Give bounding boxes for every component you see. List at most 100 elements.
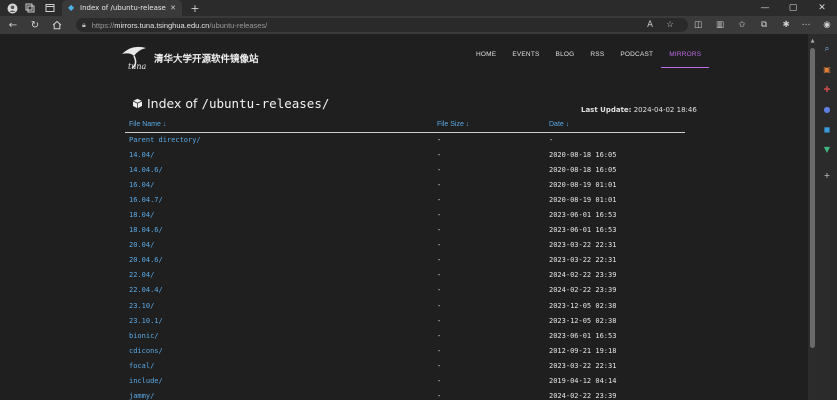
file-size-cell: - (437, 377, 442, 386)
file-date-cell: 2020-08-19 01:01 (549, 180, 617, 189)
site-nav: HOME EVENTS BLOG RSS PODCAST MIRRORS (468, 48, 710, 68)
table-row: 18.04.6/- 2023-06-01 16:53 (125, 223, 685, 238)
tab-close-icon[interactable]: ✕ (170, 4, 176, 12)
tab-title: Index of /ubuntu-releases/ | 清华 (80, 4, 167, 12)
tools-icon[interactable]: ✚ (822, 84, 832, 94)
file-name-link[interactable]: 20.04.6/ (125, 253, 433, 268)
table-header-row: File Name ↓ File Size ↓ Date ↓ (125, 118, 685, 133)
lock-icon[interactable]: 🔒︎ (82, 21, 86, 30)
nav-blog[interactable]: BLOG (548, 48, 583, 68)
active-tab[interactable]: ◆ Index of /ubuntu-releases/ | 清华 ✕ (62, 0, 182, 16)
add-sidebar-app-icon[interactable]: + (822, 170, 832, 180)
file-name-link[interactable]: Parent directory/ (125, 132, 433, 147)
file-name-link[interactable]: 14.04/ (125, 147, 433, 162)
table-row: cdicons/- 2012-09-21 19:18 (125, 343, 685, 358)
favorites-icon[interactable]: ✩ (736, 19, 748, 31)
split-screen-icon[interactable]: ◫ (692, 19, 704, 31)
table-row: 14.04/- 2020-08-18 16:05 (125, 147, 685, 162)
file-size-cell: - (437, 226, 442, 235)
more-menu-icon[interactable]: ⋯ (800, 19, 812, 31)
nav-home[interactable]: HOME (468, 48, 504, 68)
tab-actions-icon[interactable] (44, 2, 56, 14)
file-name-link[interactable]: 18.04/ (125, 207, 433, 222)
copilot-icon[interactable]: ◉ (821, 19, 833, 31)
file-size-cell: - (437, 331, 442, 340)
table-row: 16.04/- 2020-08-19 01:01 (125, 177, 685, 192)
file-date-cell: - (549, 135, 554, 144)
scroll-up-arrow-icon[interactable]: ▲ (808, 38, 817, 46)
file-name-link[interactable]: include/ (125, 374, 433, 389)
file-name-link[interactable]: 16.04/ (125, 177, 433, 192)
box-icon (132, 98, 143, 109)
file-size-cell: - (437, 301, 442, 310)
table-row: 14.04.6/- 2020-08-18 16:05 (125, 162, 685, 177)
new-tab-button[interactable]: + (189, 2, 201, 15)
file-listing-table: File Name ↓ File Size ↓ Date ↓ Parent di… (125, 118, 685, 400)
close-window-button[interactable]: ✕ (808, 0, 836, 16)
file-date-cell: 2024-02-22 23:39 (549, 392, 617, 400)
table-row: 22.04/- 2024-02-22 23:39 (125, 268, 685, 283)
file-name-header[interactable]: File Name ↓ (125, 118, 433, 133)
file-name-link[interactable]: bionic/ (125, 328, 433, 343)
file-size-cell: - (437, 286, 442, 295)
file-name-link[interactable]: 22.04/ (125, 268, 433, 283)
file-date-cell: 2023-06-01 16:53 (549, 331, 617, 340)
extensions-icon[interactable]: ✱ (780, 19, 792, 31)
scrollbar[interactable]: ▲ (808, 34, 817, 400)
url-input[interactable]: 🔒︎ https://mirrors.tuna.tsinghua.edu.cn/… (76, 18, 688, 32)
date-header[interactable]: Date ↓ (545, 118, 685, 133)
refresh-icon[interactable]: ↻ (28, 18, 42, 32)
file-date-cell: 2023-06-01 16:53 (549, 211, 617, 220)
tuna-favicon-icon: ◆ (68, 3, 75, 12)
collections-icon[interactable]: ⧉ (758, 19, 770, 31)
home-icon[interactable] (50, 18, 64, 32)
table-row: 16.04.7/- 2020-08-19 01:01 (125, 192, 685, 207)
file-date-cell: 2020-08-18 16:05 (549, 150, 617, 159)
tab-bar: ◆ Index of /ubuntu-releases/ | 清华 ✕ + — … (0, 0, 837, 16)
file-size-header[interactable]: File Size ↓ (433, 118, 545, 133)
file-size-cell: - (437, 256, 442, 265)
nav-podcast[interactable]: PODCAST (612, 48, 661, 68)
table-row: Parent directory/- - (125, 132, 685, 147)
drop-icon[interactable]: ▼ (822, 144, 832, 154)
scroll-thumb[interactable] (810, 48, 815, 348)
site-logo-text: 清华大学开源软件镜像站 (154, 54, 259, 65)
file-date-cell: 2012-09-21 19:18 (549, 346, 617, 355)
sidebar-toggle-icon[interactable]: ▥ (714, 19, 726, 31)
search-icon[interactable]: ⌕ (822, 44, 832, 54)
games-icon[interactable]: ● (822, 104, 832, 114)
table-body: Parent directory/- -14.04/-2020-08-18 16:… (125, 132, 685, 400)
nav-events[interactable]: EVENTS (504, 48, 547, 68)
file-name-link[interactable]: 18.04.6/ (125, 223, 433, 238)
file-name-link[interactable]: 23.10/ (125, 298, 433, 313)
last-update-label: Last Update: (581, 106, 632, 114)
table-row: 23.10/- 2023-12-05 02:38 (125, 298, 685, 313)
last-update-value: 2024-04-02 18:46 (633, 106, 697, 114)
workspaces-icon[interactable] (24, 2, 36, 14)
file-size-cell: - (437, 195, 442, 204)
back-icon[interactable]: ← (6, 18, 20, 32)
file-name-link[interactable]: 20.04/ (125, 238, 433, 253)
file-name-link[interactable]: 22.04.4/ (125, 283, 433, 298)
file-size-cell: - (437, 211, 442, 220)
file-name-link[interactable]: cdicons/ (125, 343, 433, 358)
file-date-cell: 2023-12-05 02:38 (549, 301, 617, 310)
favorite-star-icon[interactable]: ☆ (664, 19, 676, 31)
file-name-link[interactable]: 14.04.6/ (125, 162, 433, 177)
nav-mirrors[interactable]: MIRRORS (661, 48, 710, 68)
maximize-button[interactable]: ▢ (779, 0, 807, 16)
file-name-link[interactable]: 23.10.1/ (125, 313, 433, 328)
minimize-button[interactable]: — (751, 0, 779, 16)
file-name-link[interactable]: 16.04.7/ (125, 192, 433, 207)
file-date-cell: 2020-08-18 16:05 (549, 165, 617, 174)
site-logo[interactable]: tuna 清华大学开源软件镜像站 (118, 40, 259, 74)
file-date-cell: 2023-03-22 22:31 (549, 256, 617, 265)
outlook-icon[interactable]: ◼ (822, 124, 832, 134)
nav-rss[interactable]: RSS (582, 48, 612, 68)
file-name-link[interactable]: jammy/ (125, 389, 433, 400)
file-name-link[interactable]: focal/ (125, 358, 433, 373)
file-date-cell: 2023-03-22 22:31 (549, 361, 617, 370)
read-aloud-icon[interactable]: A (644, 19, 656, 31)
profile-icon[interactable] (6, 2, 18, 14)
shopping-icon[interactable]: ▣ (822, 64, 832, 74)
